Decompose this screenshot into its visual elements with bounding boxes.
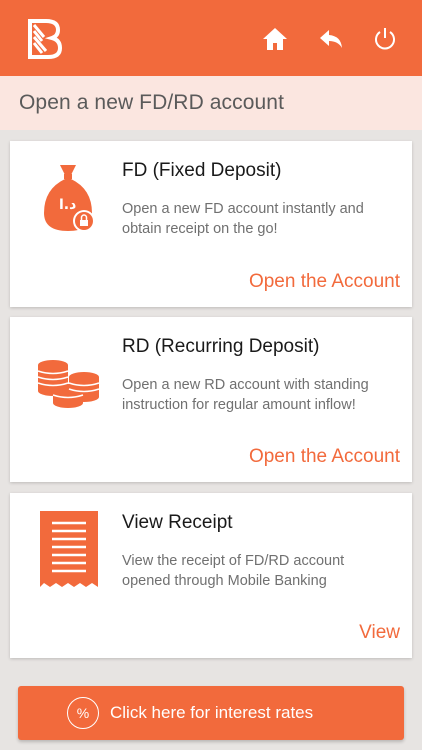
money-bag-lock-icon: د.ا: [36, 159, 102, 235]
percent-icon: %: [67, 697, 99, 729]
back-button[interactable]: [314, 22, 348, 56]
card-title: FD (Fixed Deposit): [122, 160, 282, 181]
fd-card: د.ا FD (Fixed Deposit) Open a new FD acc…: [10, 141, 412, 307]
card-description: View the receipt of FD/RD account opened…: [122, 553, 345, 589]
home-icon: [263, 28, 287, 50]
interest-rates-button[interactable]: % Click here for interest rates: [18, 686, 404, 740]
power-icon: [375, 28, 395, 50]
receipt-icon: [36, 511, 102, 587]
open-fd-account-link[interactable]: Open the Account: [249, 271, 400, 293]
bank-logo-icon: [24, 17, 66, 61]
view-receipt-link[interactable]: View: [359, 622, 400, 644]
svg-text:د.ا: د.ا: [59, 197, 76, 213]
power-button[interactable]: [368, 22, 402, 56]
page-title-bar: Open a new FD/RD account: [0, 76, 422, 130]
interest-rates-label: Click here for interest rates: [110, 703, 314, 722]
card-description: Open a new FD account instantly and obta…: [122, 201, 364, 237]
card-title: View Receipt: [122, 512, 233, 533]
rd-card: RD (Recurring Deposit) Open a new RD acc…: [10, 317, 412, 482]
home-button[interactable]: [258, 22, 292, 56]
app-bar: [0, 0, 422, 76]
back-arrow-icon: [320, 30, 342, 48]
open-rd-account-link[interactable]: Open the Account: [249, 446, 400, 468]
coin-stacks-icon: [36, 335, 102, 411]
page-title: Open a new FD/RD account: [19, 91, 285, 114]
view-receipt-card: View Receipt View the receipt of FD/RD a…: [10, 493, 412, 658]
card-title: RD (Recurring Deposit): [122, 336, 320, 357]
card-description: Open a new RD account with standing inst…: [122, 377, 369, 413]
